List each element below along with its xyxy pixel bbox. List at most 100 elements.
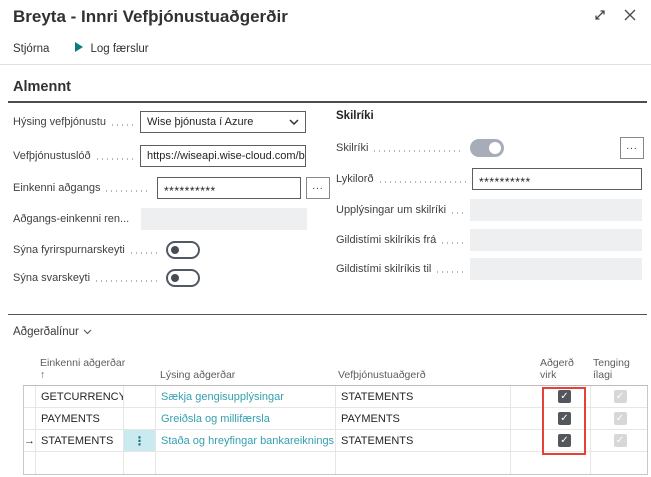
section-title-almennt: Almennt: [13, 79, 71, 95]
lines-section-label: Aðgerðalínur: [13, 326, 79, 338]
cell-options[interactable]: [124, 386, 156, 407]
cell-connection: [591, 452, 649, 474]
column-header-description[interactable]: Lýsing aðgerðar: [155, 369, 335, 381]
edit-dialog: Breyta - Innri Vefþjónustuaðgerðir Stjór…: [0, 0, 651, 477]
connection-checkbox: [614, 390, 627, 403]
cell-active: [511, 430, 591, 451]
toggle-knob: [171, 274, 179, 282]
resize-diagonal-icon[interactable]: [593, 8, 607, 22]
table-body: GETCURRENCY Sækja gengisupplýsingar STAT…: [23, 385, 648, 475]
cell-active[interactable]: [511, 452, 591, 474]
column-header-operation[interactable]: Vefþjónustuaðgerð: [335, 369, 510, 381]
field-label-hysing: Hýsing vefþjónustu: [13, 116, 106, 128]
cell-operation[interactable]: PAYMENTS: [336, 408, 511, 429]
active-checkbox[interactable]: [558, 434, 571, 447]
chevron-down-icon: [83, 326, 92, 338]
cell-operation[interactable]: [336, 452, 511, 474]
access-token-input[interactable]: **********: [157, 177, 301, 199]
cell-connection: [591, 430, 649, 451]
cert-valid-to-field: [470, 258, 642, 280]
close-icon[interactable]: [623, 8, 637, 22]
column-header-id[interactable]: Einkenni aðgerðar ↑: [35, 357, 123, 381]
field-label-cert-valid-to: Gildistími skilríkis til: [336, 263, 431, 275]
hosting-select-value: Wise þjónusta í Azure: [147, 116, 253, 128]
menu-item-label: Log færslur: [90, 43, 148, 55]
active-checkbox[interactable]: [558, 412, 571, 425]
cell-description-link[interactable]: Staða og hreyfingar bankareiknings: [156, 430, 336, 451]
sort-ascending-icon: ↑: [40, 369, 45, 381]
connection-checkbox: [614, 412, 627, 425]
row-selector-cell: →: [24, 430, 36, 451]
dotted-leader: [96, 280, 160, 282]
menu-item-stjorna[interactable]: Stjórna: [13, 43, 49, 55]
dotted-leader: [437, 271, 464, 273]
menubar-divider: [0, 64, 651, 65]
group-title-skilriki: Skilríki: [336, 110, 374, 122]
field-label-show-request: Sýna fyrirspurnarskeyti: [13, 244, 125, 256]
connection-checkbox: [614, 434, 627, 447]
menu-item-label: Stjórna: [13, 43, 49, 55]
cell-description[interactable]: [156, 452, 336, 474]
cell-options[interactable]: [124, 452, 156, 474]
hosting-select[interactable]: Wise þjónusta í Azure: [140, 111, 306, 133]
certificate-assist-button[interactable]: ...: [620, 137, 644, 159]
table-header-row: Einkenni aðgerðar ↑ Lýsing aðgerðar Vefþ…: [23, 350, 648, 385]
access-token-assist-button[interactable]: ...: [306, 177, 330, 199]
cell-id[interactable]: GETCURRENCY: [36, 386, 124, 407]
toggle-knob: [171, 246, 179, 254]
dotted-leader: [374, 150, 464, 152]
row-options-button[interactable]: ⋮: [124, 430, 156, 451]
certificate-toggle[interactable]: [470, 139, 504, 157]
field-label-cert-valid-from: Gildistími skilríkis frá: [336, 234, 436, 246]
field-label-access-token: Einkenni aðgangs: [13, 182, 100, 194]
dotted-leader: [131, 252, 160, 254]
show-response-toggle[interactable]: [166, 269, 200, 287]
show-request-toggle[interactable]: [166, 241, 200, 259]
row-selector-cell[interactable]: [24, 386, 36, 407]
selected-row-arrow-icon: →: [24, 435, 35, 447]
cell-description-link[interactable]: Sækja gengisupplýsingar: [156, 386, 336, 407]
dotted-leader: [442, 242, 464, 244]
cell-id[interactable]: STATEMENTS: [36, 430, 124, 451]
cert-info-field: [470, 199, 642, 221]
table-row-empty: [24, 452, 647, 474]
play-icon: [75, 42, 84, 55]
lines-section-toggle[interactable]: Aðgerðalínur: [13, 326, 92, 338]
field-label-password: Lykilorð: [336, 173, 374, 185]
cell-operation[interactable]: STATEMENTS: [336, 430, 511, 451]
column-header-connection[interactable]: Tenging ílagi: [590, 357, 648, 381]
active-checkbox[interactable]: [558, 390, 571, 403]
field-label-certificate: Skilríki: [336, 142, 368, 154]
cell-id[interactable]: [36, 452, 124, 474]
cell-options[interactable]: [124, 408, 156, 429]
dotted-leader: [452, 212, 464, 214]
token-renewal-field: [141, 208, 307, 230]
cell-active: [511, 386, 591, 407]
cell-operation[interactable]: STATEMENTS: [336, 386, 511, 407]
field-label-show-response: Sýna svarskeyti: [13, 272, 90, 284]
cell-connection: [591, 408, 649, 429]
menubar: Stjórna Log færslur: [13, 42, 149, 55]
table-row-selected: → STATEMENTS ⋮ Staða og hreyfingar banka…: [24, 430, 647, 452]
chevron-down-icon: [289, 116, 299, 128]
dotted-leader: [380, 181, 467, 183]
row-selector-cell[interactable]: [24, 408, 36, 429]
cell-active: [511, 408, 591, 429]
cell-connection: [591, 386, 649, 407]
service-url-input[interactable]: https://wiseapi.wise-cloud.com/bcv: [140, 145, 306, 167]
table-row: PAYMENTS Greiðsla og millifærsla PAYMENT…: [24, 408, 647, 430]
menu-item-log-faerslur[interactable]: Log færslur: [75, 42, 148, 55]
column-header-active[interactable]: Aðgerð virk: [510, 357, 590, 381]
field-label-url: Vefþjónustuslóð: [13, 150, 91, 162]
section-divider: [8, 101, 647, 103]
field-label-token-renewal: Aðgangs-einkenni ren...: [13, 213, 129, 225]
dotted-leader: [106, 190, 151, 192]
password-input[interactable]: **********: [472, 168, 642, 190]
more-vertical-icon: ⋮: [134, 434, 146, 448]
cell-id[interactable]: PAYMENTS: [36, 408, 124, 429]
dotted-leader: [97, 158, 134, 160]
page-title: Breyta - Innri Vefþjónustuaðgerðir: [13, 7, 288, 27]
cell-description-link[interactable]: Greiðsla og millifærsla: [156, 408, 336, 429]
row-selector-cell[interactable]: [24, 452, 36, 474]
table-row: GETCURRENCY Sækja gengisupplýsingar STAT…: [24, 386, 647, 408]
